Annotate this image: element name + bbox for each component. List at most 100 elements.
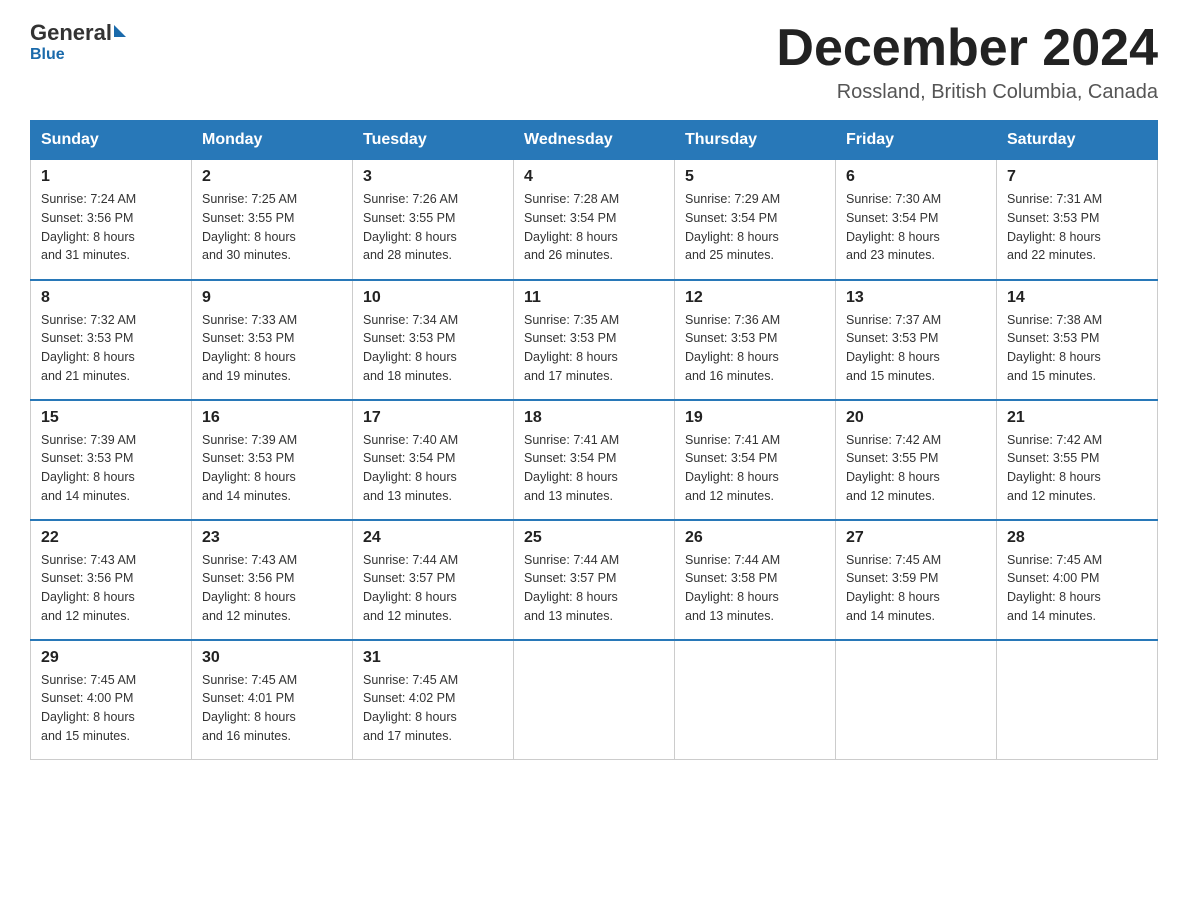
table-row: 18 Sunrise: 7:41 AM Sunset: 3:54 PM Dayl… (514, 400, 675, 520)
day-number: 21 (1007, 409, 1147, 427)
day-number: 14 (1007, 289, 1147, 307)
day-info: Sunrise: 7:39 AM Sunset: 3:53 PM Dayligh… (41, 431, 181, 506)
calendar-week-row: 22 Sunrise: 7:43 AM Sunset: 3:56 PM Dayl… (31, 520, 1158, 640)
day-info: Sunrise: 7:44 AM Sunset: 3:57 PM Dayligh… (363, 551, 503, 626)
day-info: Sunrise: 7:44 AM Sunset: 3:57 PM Dayligh… (524, 551, 664, 626)
day-number: 31 (363, 649, 503, 667)
day-number: 3 (363, 168, 503, 186)
day-info: Sunrise: 7:37 AM Sunset: 3:53 PM Dayligh… (846, 311, 986, 386)
day-info: Sunrise: 7:28 AM Sunset: 3:54 PM Dayligh… (524, 190, 664, 265)
day-info: Sunrise: 7:41 AM Sunset: 3:54 PM Dayligh… (685, 431, 825, 506)
table-row: 9 Sunrise: 7:33 AM Sunset: 3:53 PM Dayli… (192, 280, 353, 400)
logo: General Blue (30, 20, 126, 64)
table-row: 8 Sunrise: 7:32 AM Sunset: 3:53 PM Dayli… (31, 280, 192, 400)
table-row: 17 Sunrise: 7:40 AM Sunset: 3:54 PM Dayl… (353, 400, 514, 520)
day-number: 6 (846, 168, 986, 186)
location-subtitle: Rossland, British Columbia, Canada (776, 81, 1158, 104)
day-number: 5 (685, 168, 825, 186)
table-row: 6 Sunrise: 7:30 AM Sunset: 3:54 PM Dayli… (836, 160, 997, 280)
day-info: Sunrise: 7:45 AM Sunset: 4:01 PM Dayligh… (202, 671, 342, 746)
col-wednesday: Wednesday (514, 121, 675, 160)
day-number: 27 (846, 529, 986, 547)
table-row: 21 Sunrise: 7:42 AM Sunset: 3:55 PM Dayl… (997, 400, 1158, 520)
day-number: 20 (846, 409, 986, 427)
day-info: Sunrise: 7:26 AM Sunset: 3:55 PM Dayligh… (363, 190, 503, 265)
calendar-week-row: 1 Sunrise: 7:24 AM Sunset: 3:56 PM Dayli… (31, 160, 1158, 280)
day-info: Sunrise: 7:45 AM Sunset: 3:59 PM Dayligh… (846, 551, 986, 626)
table-row: 27 Sunrise: 7:45 AM Sunset: 3:59 PM Dayl… (836, 520, 997, 640)
logo-arrow-icon (114, 25, 126, 37)
day-info: Sunrise: 7:43 AM Sunset: 3:56 PM Dayligh… (41, 551, 181, 626)
table-row: 29 Sunrise: 7:45 AM Sunset: 4:00 PM Dayl… (31, 640, 192, 760)
calendar-table: Sunday Monday Tuesday Wednesday Thursday… (30, 120, 1158, 760)
table-row: 24 Sunrise: 7:44 AM Sunset: 3:57 PM Dayl… (353, 520, 514, 640)
calendar-week-row: 29 Sunrise: 7:45 AM Sunset: 4:00 PM Dayl… (31, 640, 1158, 760)
table-row (836, 640, 997, 760)
logo-blue-text: Blue (30, 46, 65, 63)
table-row: 3 Sunrise: 7:26 AM Sunset: 3:55 PM Dayli… (353, 160, 514, 280)
table-row: 28 Sunrise: 7:45 AM Sunset: 4:00 PM Dayl… (997, 520, 1158, 640)
table-row (514, 640, 675, 760)
table-row (997, 640, 1158, 760)
day-number: 15 (41, 409, 181, 427)
day-info: Sunrise: 7:45 AM Sunset: 4:00 PM Dayligh… (1007, 551, 1147, 626)
day-number: 25 (524, 529, 664, 547)
day-info: Sunrise: 7:25 AM Sunset: 3:55 PM Dayligh… (202, 190, 342, 265)
table-row: 10 Sunrise: 7:34 AM Sunset: 3:53 PM Dayl… (353, 280, 514, 400)
day-info: Sunrise: 7:42 AM Sunset: 3:55 PM Dayligh… (1007, 431, 1147, 506)
table-row: 16 Sunrise: 7:39 AM Sunset: 3:53 PM Dayl… (192, 400, 353, 520)
day-info: Sunrise: 7:32 AM Sunset: 3:53 PM Dayligh… (41, 311, 181, 386)
table-row: 25 Sunrise: 7:44 AM Sunset: 3:57 PM Dayl… (514, 520, 675, 640)
table-row: 20 Sunrise: 7:42 AM Sunset: 3:55 PM Dayl… (836, 400, 997, 520)
day-info: Sunrise: 7:34 AM Sunset: 3:53 PM Dayligh… (363, 311, 503, 386)
day-info: Sunrise: 7:41 AM Sunset: 3:54 PM Dayligh… (524, 431, 664, 506)
table-row: 30 Sunrise: 7:45 AM Sunset: 4:01 PM Dayl… (192, 640, 353, 760)
day-info: Sunrise: 7:40 AM Sunset: 3:54 PM Dayligh… (363, 431, 503, 506)
table-row: 15 Sunrise: 7:39 AM Sunset: 3:53 PM Dayl… (31, 400, 192, 520)
day-info: Sunrise: 7:33 AM Sunset: 3:53 PM Dayligh… (202, 311, 342, 386)
col-sunday: Sunday (31, 121, 192, 160)
day-number: 17 (363, 409, 503, 427)
page-header: General Blue December 2024 Rossland, Bri… (30, 20, 1158, 104)
day-info: Sunrise: 7:35 AM Sunset: 3:53 PM Dayligh… (524, 311, 664, 386)
table-row: 22 Sunrise: 7:43 AM Sunset: 3:56 PM Dayl… (31, 520, 192, 640)
day-number: 23 (202, 529, 342, 547)
table-row: 23 Sunrise: 7:43 AM Sunset: 3:56 PM Dayl… (192, 520, 353, 640)
table-row: 13 Sunrise: 7:37 AM Sunset: 3:53 PM Dayl… (836, 280, 997, 400)
table-row: 2 Sunrise: 7:25 AM Sunset: 3:55 PM Dayli… (192, 160, 353, 280)
title-section: December 2024 Rossland, British Columbia… (776, 20, 1158, 104)
day-info: Sunrise: 7:43 AM Sunset: 3:56 PM Dayligh… (202, 551, 342, 626)
table-row: 11 Sunrise: 7:35 AM Sunset: 3:53 PM Dayl… (514, 280, 675, 400)
day-number: 1 (41, 168, 181, 186)
col-saturday: Saturday (997, 121, 1158, 160)
table-row (675, 640, 836, 760)
day-info: Sunrise: 7:45 AM Sunset: 4:00 PM Dayligh… (41, 671, 181, 746)
table-row: 12 Sunrise: 7:36 AM Sunset: 3:53 PM Dayl… (675, 280, 836, 400)
table-row: 4 Sunrise: 7:28 AM Sunset: 3:54 PM Dayli… (514, 160, 675, 280)
table-row: 1 Sunrise: 7:24 AM Sunset: 3:56 PM Dayli… (31, 160, 192, 280)
day-number: 13 (846, 289, 986, 307)
day-number: 10 (363, 289, 503, 307)
day-number: 8 (41, 289, 181, 307)
day-info: Sunrise: 7:24 AM Sunset: 3:56 PM Dayligh… (41, 190, 181, 265)
day-number: 16 (202, 409, 342, 427)
day-number: 29 (41, 649, 181, 667)
day-number: 12 (685, 289, 825, 307)
day-info: Sunrise: 7:38 AM Sunset: 3:53 PM Dayligh… (1007, 311, 1147, 386)
day-info: Sunrise: 7:44 AM Sunset: 3:58 PM Dayligh… (685, 551, 825, 626)
table-row: 31 Sunrise: 7:45 AM Sunset: 4:02 PM Dayl… (353, 640, 514, 760)
calendar-header-row: Sunday Monday Tuesday Wednesday Thursday… (31, 121, 1158, 160)
day-number: 9 (202, 289, 342, 307)
col-monday: Monday (192, 121, 353, 160)
col-friday: Friday (836, 121, 997, 160)
day-info: Sunrise: 7:39 AM Sunset: 3:53 PM Dayligh… (202, 431, 342, 506)
day-number: 11 (524, 289, 664, 307)
table-row: 26 Sunrise: 7:44 AM Sunset: 3:58 PM Dayl… (675, 520, 836, 640)
day-number: 19 (685, 409, 825, 427)
day-info: Sunrise: 7:45 AM Sunset: 4:02 PM Dayligh… (363, 671, 503, 746)
day-number: 18 (524, 409, 664, 427)
day-number: 2 (202, 168, 342, 186)
table-row: 14 Sunrise: 7:38 AM Sunset: 3:53 PM Dayl… (997, 280, 1158, 400)
month-title: December 2024 (776, 20, 1158, 77)
table-row: 19 Sunrise: 7:41 AM Sunset: 3:54 PM Dayl… (675, 400, 836, 520)
